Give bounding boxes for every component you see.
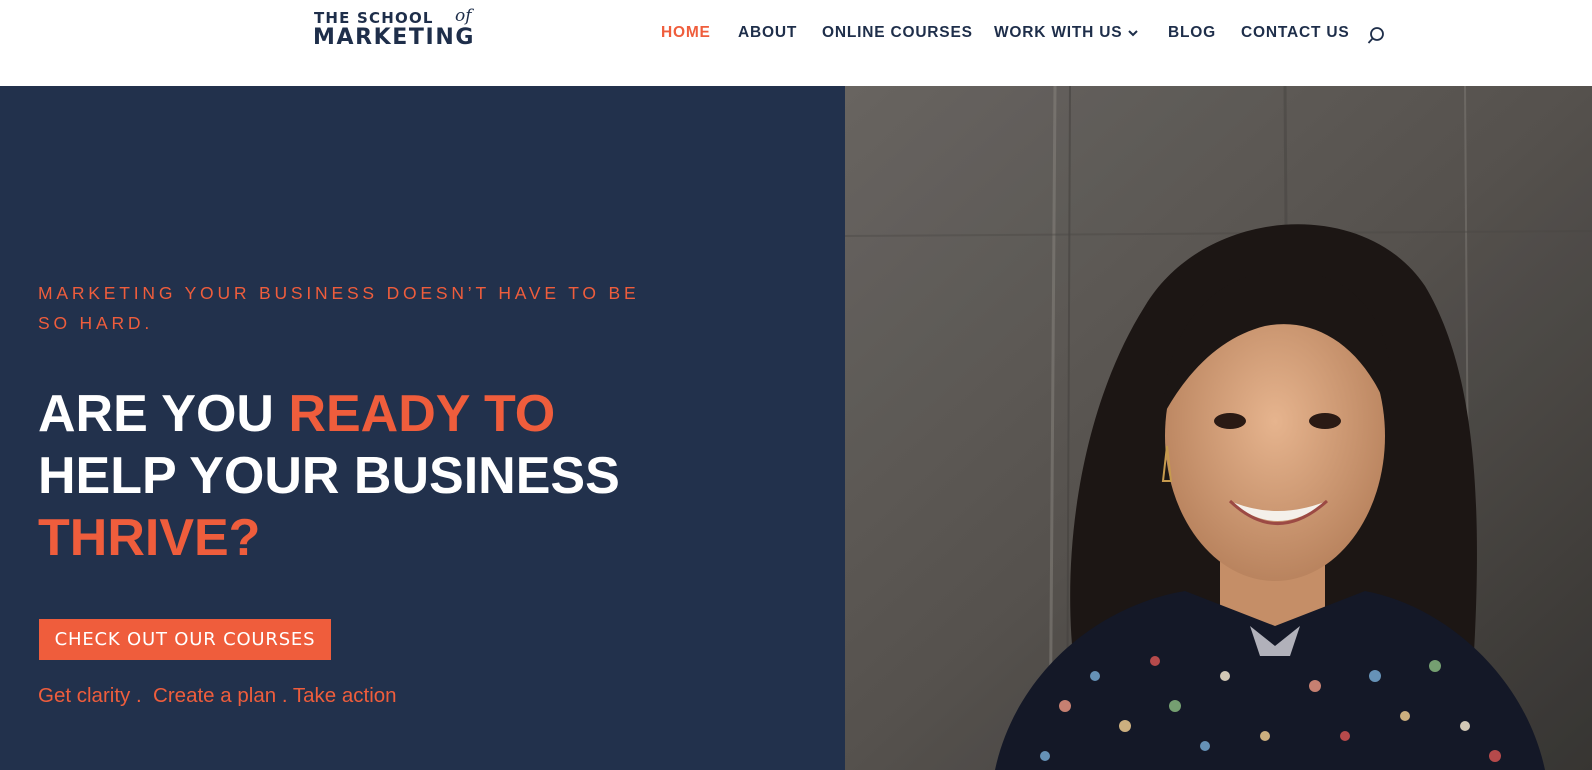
nav-contact-us[interactable]: CONTACT US [1241,24,1349,46]
hero-headline: ARE YOU READY TO HELP YOUR BUSINESS THRI… [38,383,738,569]
portrait-image [845,86,1592,770]
logo-of: of [455,6,472,26]
nav-work-with-us-label: WORK WITH US [994,24,1123,42]
chevron-down-icon [1128,24,1139,42]
headline-part-2: READY TO [288,385,556,443]
site-logo[interactable]: THE SCHOOL of MARKETING [313,6,475,50]
nav-online-courses[interactable]: ONLINE COURSES [822,24,973,46]
headline-part-1: ARE YOU [38,385,289,443]
check-out-courses-button[interactable]: CHECK OUT OUR COURSES [39,619,331,660]
site-header: THE SCHOOL of MARKETING HOME ABOUT ONLIN… [0,0,1592,86]
nav-home[interactable]: HOME [661,24,711,46]
nav-blog[interactable]: BLOG [1168,24,1216,46]
headline-part-4: THRIVE? [38,509,261,567]
logo-line-2: MARKETING [313,25,475,50]
nav-about[interactable]: ABOUT [738,24,797,46]
hero-photo [845,86,1592,770]
hero-tagline: Get clarity . Create a plan . Take actio… [38,684,397,707]
nav-work-with-us[interactable]: WORK WITH US [994,24,1139,46]
search-icon[interactable] [1367,26,1385,46]
headline-part-3: HELP YOUR BUSINESS [38,447,620,505]
hero-kicker: MARKETING YOUR BUSINESS DOESN’T HAVE TO … [38,283,640,333]
